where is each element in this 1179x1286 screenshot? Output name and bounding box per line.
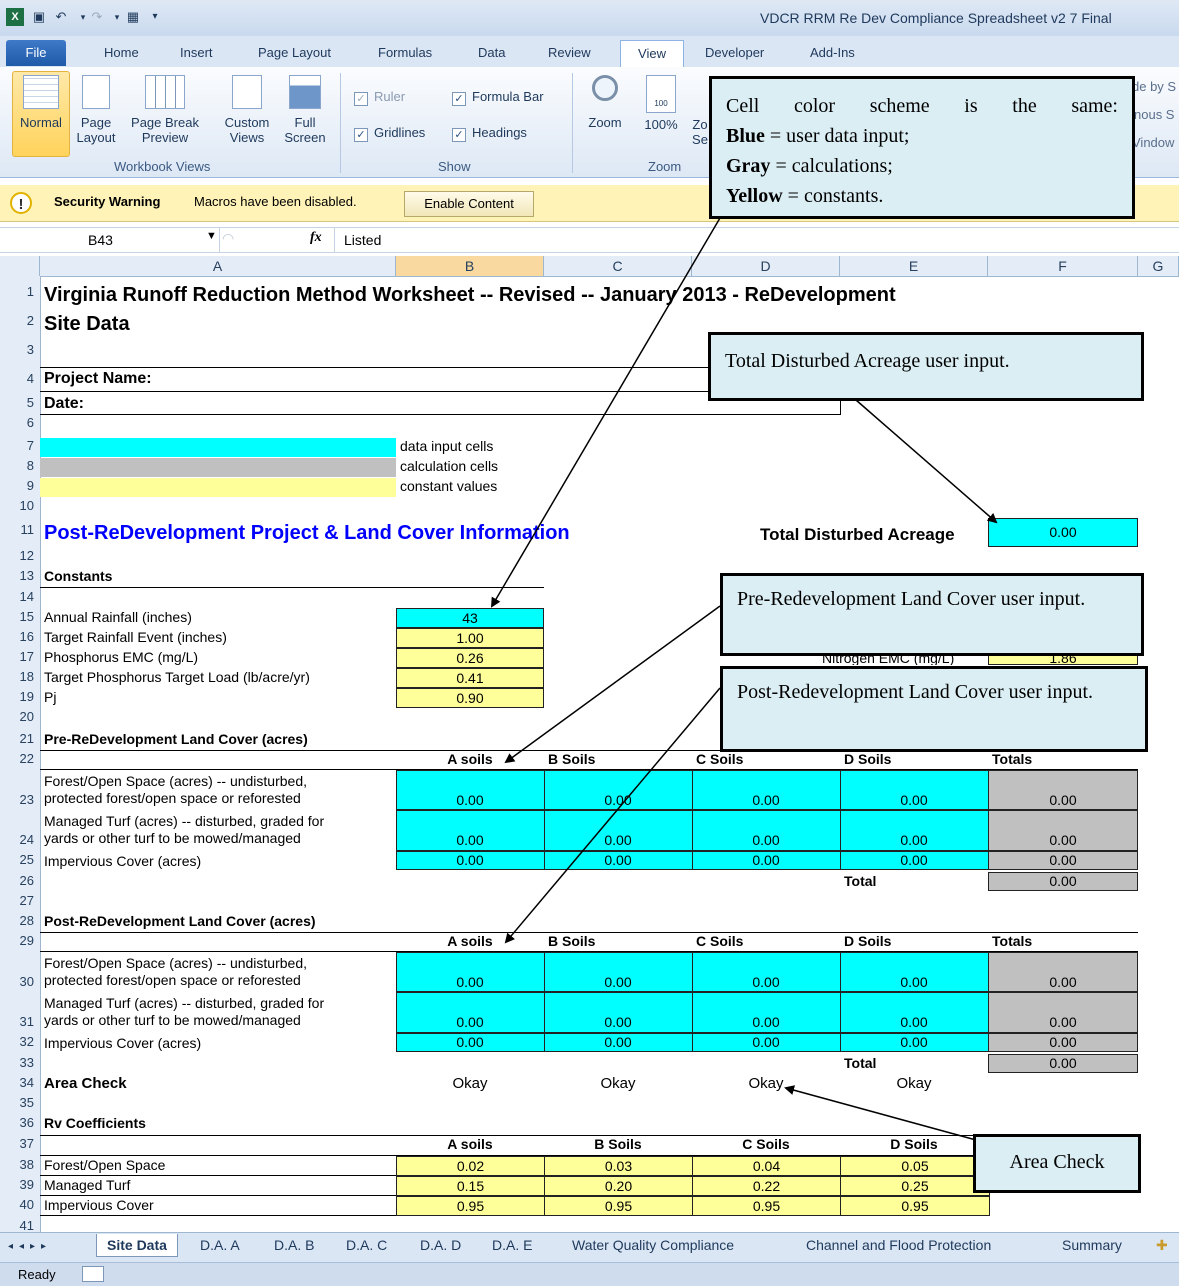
sheet-nav-arrows-icon[interactable]: ◂◂▸▸ [8, 1241, 52, 1252]
sheet-tab-water-quality[interactable]: Water Quality Compliance [572, 1237, 734, 1253]
status-ready: Ready [18, 1267, 56, 1282]
arrow-to-total-disturbed [855, 399, 998, 524]
sheet-tab-site-data[interactable]: Site Data [96, 1234, 178, 1257]
callout-line: Yellow = constants. [726, 181, 1118, 211]
post-redevelopment-callout: Post-Redevelopment Land Cover user input… [720, 666, 1148, 752]
area-check-callout: Area Check [973, 1134, 1141, 1193]
callout-line: Gray = calculations; [726, 151, 1118, 181]
callout-line: Blue = user data input; [726, 121, 1118, 151]
insert-sheet-icon[interactable]: ✚ [1156, 1237, 1168, 1254]
callout-text: Gray [726, 155, 771, 177]
callout-line: Cell color scheme is the same: [726, 91, 1118, 121]
arrow-to-area-check [784, 1085, 977, 1141]
callout-text: Cell color scheme is the same: [726, 95, 1118, 117]
pre-redevelopment-callout: Pre-Redevelopment Land Cover user input. [720, 573, 1144, 656]
total-disturbed-callout: Total Disturbed Acreage user input. [708, 332, 1144, 401]
sheet-tab-da-e[interactable]: D.A. E [492, 1237, 532, 1253]
sheet-tab-da-b[interactable]: D.A. B [274, 1237, 314, 1253]
arrow-to-pre-a-soils [504, 605, 721, 764]
status-bar: Ready [0, 1262, 1179, 1286]
callout-text: = calculations; [770, 155, 893, 177]
sheet-tab-da-d[interactable]: D.A. D [420, 1237, 461, 1253]
macro-record-icon[interactable] [82, 1266, 104, 1282]
sheet-tab-channel-flood[interactable]: Channel and Flood Protection [806, 1237, 991, 1253]
callout-text: = constants. [782, 185, 884, 207]
arrow-to-annual-rainfall [490, 217, 721, 608]
arrow-to-post-a-soils [504, 687, 721, 944]
sheet-tab-summary[interactable]: Summary [1062, 1237, 1122, 1253]
callout-text: Blue [726, 125, 765, 147]
callout-text: Yellow [726, 185, 783, 207]
sheet-tabs-bar: ◂◂▸▸ Site Data D.A. A D.A. B D.A. C D.A.… [0, 1232, 1179, 1263]
callout-text: = user data input; [764, 125, 910, 147]
sheet-tab-da-c[interactable]: D.A. C [346, 1237, 387, 1253]
color-scheme-callout: Cell color scheme is the same: Blue = us… [709, 76, 1135, 219]
sheet-tab-da-a[interactable]: D.A. A [200, 1237, 240, 1253]
